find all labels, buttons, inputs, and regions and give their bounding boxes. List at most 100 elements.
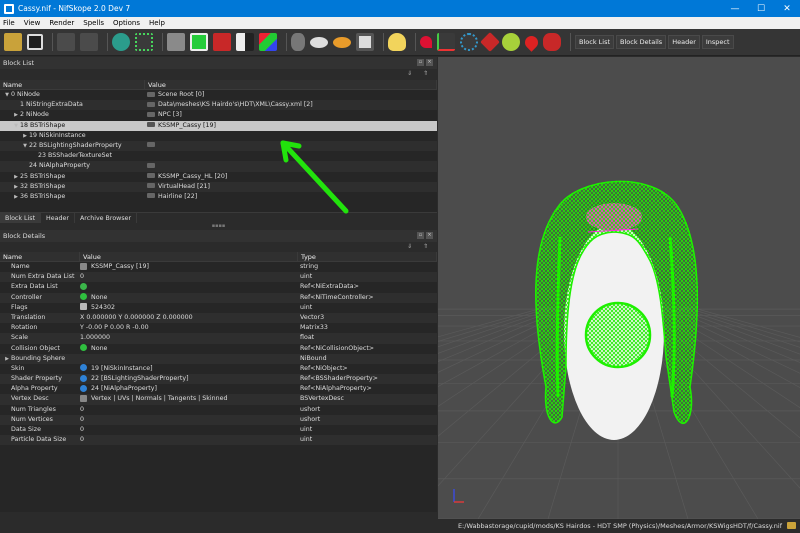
field-value-cell[interactable]: 0 xyxy=(80,425,298,435)
field-value-cell[interactable]: 0 xyxy=(80,272,298,282)
field-value-cell[interactable]: 1.000000 xyxy=(80,333,298,343)
close-button[interactable]: ✕ xyxy=(774,0,800,17)
block-list-row[interactable]: ▼ 22 BSLightingShaderProperty xyxy=(0,140,437,152)
load-icon[interactable] xyxy=(57,33,75,51)
field-value-cell[interactable]: 24 [NiAlphaProperty] xyxy=(80,384,298,394)
block-list-row[interactable]: ▶ 36 BSTriShape Hairline [22] xyxy=(0,192,437,202)
column-value-header[interactable]: Value xyxy=(80,252,298,261)
block-list-row[interactable]: 24 NiAlphaProperty xyxy=(0,161,437,172)
save-icon[interactable] xyxy=(27,34,43,50)
details-row[interactable]: Translation X 0.000000 Y 0.000000 Z 0.000… xyxy=(0,312,437,324)
folder-icon[interactable] xyxy=(787,522,796,529)
expand-icon[interactable]: ⇓ xyxy=(407,71,413,77)
field-value-cell[interactable]: KSSMP_Cassy [19] xyxy=(80,262,298,272)
block-list-toggle[interactable]: Block List xyxy=(575,35,615,49)
field-value-cell[interactable]: 19 [NiSkinInstance] xyxy=(80,364,298,374)
details-row[interactable]: Scale 1.000000 float xyxy=(0,333,437,344)
axes-icon[interactable] xyxy=(437,33,455,51)
details-row[interactable]: ▶ Bounding Sphere NiBound xyxy=(0,353,437,364)
column-name-header[interactable]: Name xyxy=(0,252,80,261)
field-value-cell[interactable]: Y -0.00 P 0.00 R -0.00 xyxy=(80,323,298,333)
block-list-row[interactable]: ▼ 18 BSTriShape KSSMP_Cassy [19] xyxy=(0,120,437,131)
block-list-row[interactable]: 1 NiStringExtraData Data\meshes\KS Hairdo… xyxy=(0,100,437,111)
block-list-row[interactable]: ▶ 32 BSTriShape VirtualHead [21] xyxy=(0,181,437,192)
3d-viewport[interactable] xyxy=(438,57,800,519)
details-row[interactable]: Collision Object None Ref<NiCollisionObjec… xyxy=(0,344,437,354)
eye-icon[interactable] xyxy=(310,36,328,48)
screenshot-icon[interactable] xyxy=(356,33,374,51)
details-row[interactable]: Name KSSMP_Cassy [19] string xyxy=(0,262,437,272)
marker-icon[interactable] xyxy=(522,32,541,52)
collapsed-arrow-icon[interactable]: ▶ xyxy=(12,192,20,202)
details-row[interactable]: Extra Data List Ref<NiExtraData> xyxy=(0,282,437,292)
field-value-cell[interactable]: None xyxy=(80,344,298,354)
eye-orange-icon[interactable] xyxy=(333,36,351,48)
column-type-header[interactable]: Type xyxy=(298,252,437,261)
field-value-cell[interactable]: 524302 xyxy=(80,303,298,313)
header-toggle[interactable]: Header xyxy=(668,35,700,49)
dock-float-icon[interactable]: ▫ xyxy=(417,59,424,66)
havok-icon[interactable] xyxy=(543,33,561,51)
details-row[interactable]: Alpha Property 24 [NiAlphaProperty] Ref<Ni… xyxy=(0,384,437,394)
constraint-icon[interactable] xyxy=(480,32,500,52)
dock-float-icon[interactable]: ▫ xyxy=(417,232,424,239)
details-row[interactable]: Num Triangles 0 ushort xyxy=(0,405,437,415)
block-details-toggle[interactable]: Block Details xyxy=(616,35,667,49)
details-row[interactable]: Num Extra Data List 0 uint xyxy=(0,272,437,283)
menu-spells[interactable]: Spells xyxy=(83,19,104,27)
open-folder-icon[interactable] xyxy=(4,33,22,51)
select-vertex-icon[interactable] xyxy=(135,33,153,51)
field-value-cell[interactable]: 0 xyxy=(80,405,298,415)
footprints-icon[interactable] xyxy=(291,33,305,51)
box-red-icon[interactable] xyxy=(213,33,231,51)
collapsed-arrow-icon[interactable]: ▶ xyxy=(12,172,20,182)
menu-options[interactable]: Options xyxy=(113,19,140,27)
menu-render[interactable]: Render xyxy=(49,19,74,27)
details-row[interactable]: Flags 524302 uint xyxy=(0,303,437,313)
collapsed-arrow-icon[interactable]: ▶ xyxy=(12,182,20,192)
details-row[interactable]: Particle Data Size 0 uint xyxy=(0,435,437,446)
menu-help[interactable]: Help xyxy=(149,19,165,27)
block-list-row[interactable]: ▶ 19 NiSkinInstance xyxy=(0,131,437,141)
details-row[interactable]: Vertex Desc Vertex | UVs | Normals | Tang… xyxy=(0,394,437,405)
radar-icon[interactable] xyxy=(502,33,520,51)
reload-icon[interactable] xyxy=(80,33,98,51)
flip-shape-icon[interactable] xyxy=(236,33,254,51)
select-object-icon[interactable] xyxy=(112,33,130,51)
dock-close-icon[interactable]: × xyxy=(426,59,433,66)
expanded-arrow-icon[interactable]: ▼ xyxy=(12,121,20,131)
menu-file[interactable]: File xyxy=(3,19,15,27)
details-row[interactable]: Shader Property 22 [BSLightingShaderPrope… xyxy=(0,374,437,385)
expanded-arrow-icon[interactable]: ▼ xyxy=(3,90,11,100)
details-row[interactable]: Num Vertices 0 ushort xyxy=(0,414,437,425)
inspect-toggle[interactable]: Inspect xyxy=(701,35,734,49)
column-value-header[interactable]: Value xyxy=(145,80,437,89)
field-value-cell[interactable]: Vertex | UVs | Normals | Tangents | Skin… xyxy=(80,394,298,404)
menu-view[interactable]: View xyxy=(24,19,41,27)
field-value-cell[interactable] xyxy=(80,282,298,292)
block-list-row[interactable]: ▼ 0 NiNode Scene Root [0] xyxy=(0,90,437,100)
block-list-row[interactable]: ▶ 2 NiNode NPC [3] xyxy=(0,110,437,120)
nodes-icon[interactable] xyxy=(460,33,478,51)
box-green-icon[interactable] xyxy=(190,33,208,51)
dock-close-icon[interactable]: × xyxy=(426,232,433,239)
column-name-header[interactable]: Name xyxy=(0,80,145,89)
pin-icon[interactable] xyxy=(420,36,432,48)
field-value-cell[interactable]: 0 xyxy=(80,415,298,425)
expand-icon[interactable]: ⇓ xyxy=(407,244,413,250)
collapsed-arrow-icon[interactable]: ▶ xyxy=(12,110,20,120)
minimize-button[interactable]: — xyxy=(722,0,748,17)
dock-splitter-handle[interactable]: ▪▪▪▪ xyxy=(0,223,437,230)
details-row[interactable]: Data Size 0 uint xyxy=(0,425,437,435)
field-value-cell[interactable]: 0 xyxy=(80,435,298,445)
lightbulb-icon[interactable] xyxy=(388,33,406,51)
collapse-icon[interactable]: ⇑ xyxy=(423,71,429,77)
collapse-icon[interactable]: ⇑ xyxy=(423,244,429,250)
field-value-cell[interactable] xyxy=(80,354,298,364)
block-list-row[interactable]: 23 BSShaderTextureSet xyxy=(0,151,437,161)
maximize-button[interactable]: ☐ xyxy=(748,0,774,17)
expanded-arrow-icon[interactable]: ▼ xyxy=(21,141,29,151)
field-value-cell[interactable]: None xyxy=(80,293,298,303)
box-multicolor-icon[interactable] xyxy=(259,33,277,51)
tab-header[interactable]: Header xyxy=(41,213,75,223)
